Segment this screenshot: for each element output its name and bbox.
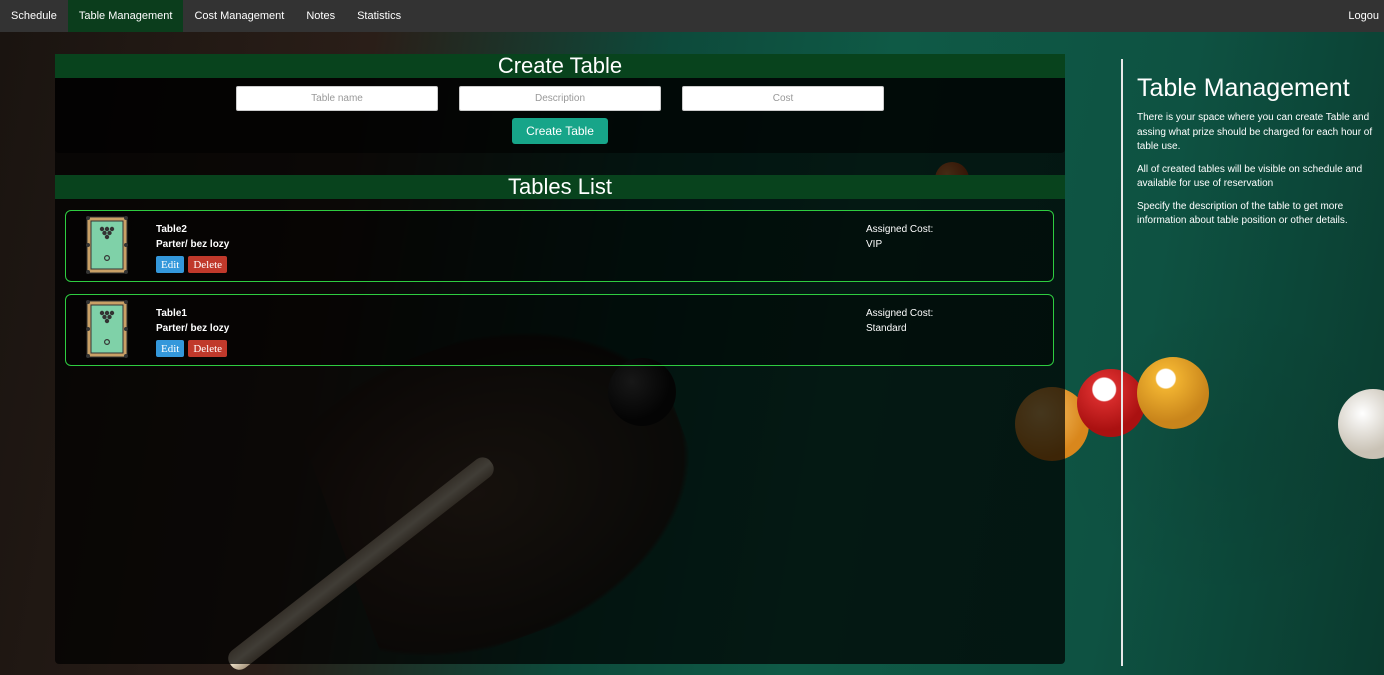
nav-table-management[interactable]: Table Management [67, 0, 184, 32]
table-name-input[interactable] [236, 86, 438, 111]
description-input[interactable] [459, 86, 661, 111]
create-table-title: Create Table [55, 53, 1065, 78]
nav-statistics[interactable]: Statistics [346, 0, 412, 32]
main-panel: Create Table Create Table Tables List Ta… [55, 53, 1065, 664]
info-paragraph: There is your space where you can create… [1137, 112, 1373, 152]
info-paragraph: Specify the description of the table to … [1137, 200, 1348, 227]
nav-logout[interactable]: Logou [1337, 0, 1384, 32]
nav-notes[interactable]: Notes [295, 0, 346, 32]
table-description: Parter/ bez lozy [156, 323, 230, 334]
pool-table-icon [86, 216, 128, 274]
top-navbar: Schedule Table Management Cost Managemen… [0, 0, 1384, 32]
delete-button[interactable]: Delete [188, 256, 228, 273]
info-title: Table Management [1137, 74, 1350, 102]
table-actions: Edit Delete [156, 340, 228, 357]
table-actions: Edit Delete [156, 256, 228, 273]
nav-schedule[interactable]: Schedule [0, 0, 68, 32]
table-card: Table2 Parter/ bez lozy Edit Delete Assi… [65, 210, 1054, 282]
assigned-cost-value: VIP [866, 239, 883, 250]
edit-button[interactable]: Edit [156, 340, 185, 357]
table-card: Table1 Parter/ bez lozy Edit Delete Assi… [65, 294, 1054, 366]
delete-button[interactable]: Delete [188, 340, 228, 357]
edit-button[interactable]: Edit [156, 256, 185, 273]
background-ball-red [1077, 369, 1145, 437]
table-description: Parter/ bez lozy [156, 239, 230, 250]
info-paragraph: All of created tables will be visible on… [1137, 163, 1363, 190]
pool-table-icon [86, 300, 128, 358]
cost-input[interactable] [682, 86, 884, 111]
background-ball-yellow [1137, 357, 1209, 429]
assigned-cost-value: Standard [866, 323, 907, 334]
create-table-card: Create Table Create Table [55, 53, 1065, 153]
nav-cost-management[interactable]: Cost Management [183, 0, 295, 32]
vertical-divider [1121, 59, 1123, 666]
tables-list-section: Tables List [55, 174, 1065, 199]
background-ball-white [1338, 389, 1384, 459]
assigned-cost-label: Assigned Cost: [866, 308, 934, 319]
table-name: Table1 [156, 308, 187, 319]
info-sidebar: Table Management There is your space whe… [1137, 74, 1382, 237]
create-table-button[interactable]: Create Table [512, 118, 608, 144]
table-name: Table2 [156, 224, 187, 235]
tables-list-title: Tables List [55, 174, 1065, 199]
create-table-form [55, 86, 1065, 111]
assigned-cost-label: Assigned Cost: [866, 224, 934, 235]
